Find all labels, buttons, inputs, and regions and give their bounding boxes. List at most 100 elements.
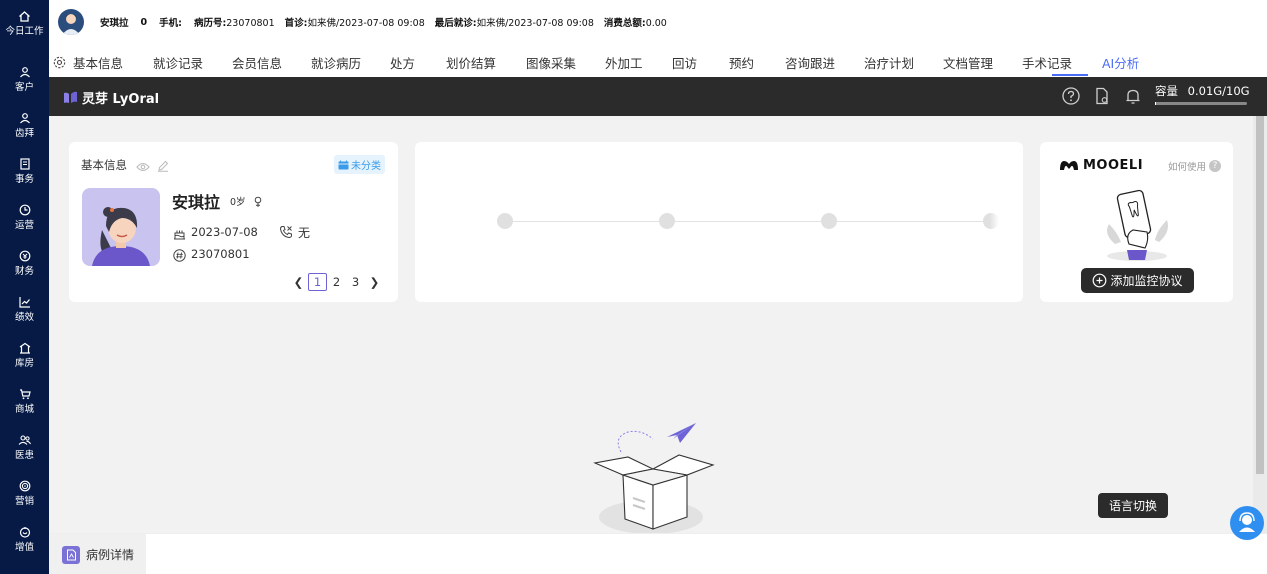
ai-header: 灵芽 LyOral 容量 0.01G/10G <box>49 77 1267 116</box>
patient-avatar <box>82 188 160 266</box>
bell-icon[interactable] <box>1123 86 1143 106</box>
patient-bar: 安琪拉 0 手机: 病历号:23070801 首诊:如来佛/2023-07-08… <box>49 0 1267 44</box>
patient-full-name: 安琪拉 <box>172 193 221 212</box>
vertical-scrollbar[interactable] <box>1253 116 1267 533</box>
cart-icon <box>18 387 32 401</box>
timeline-node[interactable] <box>821 213 837 229</box>
tab-documents[interactable]: 文档管理 <box>943 53 993 72</box>
language-switch-button[interactable]: 语言切换 <box>1098 493 1168 518</box>
timeline-node[interactable] <box>497 213 513 229</box>
how-to-use-label: 如何使用 <box>1168 162 1207 173</box>
tab-outsourcing[interactable]: 外加工 <box>605 53 643 72</box>
tab-appointment[interactable]: 预约 <box>729 53 754 72</box>
nav-item-value-added[interactable]: 增值 <box>0 516 49 562</box>
capacity-label: 容量 <box>1155 84 1178 98</box>
calendar-icon <box>338 160 349 169</box>
customer-service-button[interactable] <box>1230 506 1264 540</box>
nav-item-performance[interactable]: 绩效 <box>0 286 49 332</box>
last-visit-value: 如来佛/2023-07-08 09:08 <box>476 18 594 29</box>
chart-icon <box>18 295 32 309</box>
nav-label: 商城 <box>14 404 34 415</box>
next-page-icon[interactable]: ❯ <box>365 273 384 291</box>
page-button-1[interactable]: 1 <box>308 273 327 291</box>
case-details-tab[interactable]: 病例详情 <box>49 534 146 574</box>
support-agent-icon <box>1239 512 1255 532</box>
nav-label: 今日工作 <box>5 26 44 37</box>
nav-label: 绩效 <box>14 312 34 323</box>
add-monitor-protocol-button[interactable]: 添加监控协议 <box>1081 268 1194 293</box>
avatar[interactable] <box>58 9 84 35</box>
help-icon[interactable] <box>1061 86 1081 106</box>
bottom-bar: 病例详情 <box>49 533 1267 574</box>
female-icon <box>253 193 263 207</box>
nav-item-mall[interactable]: 商城 <box>0 378 49 424</box>
last-visit-label: 最后就诊: <box>434 18 477 29</box>
tab-basic-info[interactable]: 基本信息 <box>73 53 123 72</box>
record-number: 23070801 <box>226 18 275 29</box>
how-to-use-link[interactable]: 如何使用 ? <box>1168 159 1222 173</box>
mooeli-card: MOOELI 如何使用 ? 添加监控协议 <box>1040 142 1233 302</box>
patient-name: 安琪拉 <box>100 18 129 29</box>
edit-icon[interactable] <box>157 157 169 172</box>
basic-info-card: 基本信息 未分类 安琪拉 0岁 2023-07-08 无 23070801 ❮ … <box>69 142 398 302</box>
tab-surgery-records[interactable]: 手术记录 <box>1022 53 1072 72</box>
spend-label: 消费总额: <box>603 18 646 29</box>
birthday-cake-icon <box>173 225 186 240</box>
file-icon[interactable] <box>1092 86 1112 106</box>
tab-visit-records[interactable]: 就诊记录 <box>153 53 203 72</box>
nav-item-doctor-patient[interactable]: 医患 <box>0 424 49 470</box>
pagination: ❮ 1 2 3 ❯ <box>289 273 384 291</box>
nav-item-today[interactable]: 今日工作 <box>0 0 49 46</box>
phone-label: 手机: <box>159 18 182 29</box>
prev-page-icon[interactable]: ❮ <box>289 273 308 291</box>
document-icon <box>62 545 80 564</box>
tab-follow-up[interactable]: 回访 <box>672 53 697 72</box>
tab-member-info[interactable]: 会员信息 <box>232 53 282 72</box>
tab-image-capture[interactable]: 图像采集 <box>526 53 576 72</box>
timeline-node[interactable] <box>983 213 999 229</box>
scrollbar-thumb[interactable] <box>1256 116 1264 474</box>
empty-box-illustration <box>593 423 715 534</box>
record-tabs: 基本信息 就诊记录 会员信息 就诊病历 处方 划价结算 图像采集 外加工 回访 … <box>49 44 1267 77</box>
tab-medical-record[interactable]: 就诊病历 <box>311 53 361 72</box>
first-visit-value: 如来佛/2023-07-08 09:08 <box>307 18 425 29</box>
tab-consultation[interactable]: 咨询跟进 <box>785 53 835 72</box>
nav-label: 事务 <box>14 174 34 185</box>
timeline-node[interactable] <box>659 213 675 229</box>
phone-value: 无 <box>298 226 311 240</box>
warehouse-icon <box>18 341 32 355</box>
active-tab-indicator <box>1052 74 1088 76</box>
nav-item-affairs[interactable]: 事务 <box>0 148 49 194</box>
nav-label: 财务 <box>14 266 34 277</box>
page-button-3[interactable]: 3 <box>346 273 365 291</box>
category-badge[interactable]: 未分类 <box>334 155 385 174</box>
task-icon <box>18 157 32 171</box>
case-details-label: 病例详情 <box>86 548 135 562</box>
tab-prescription[interactable]: 处方 <box>390 53 415 72</box>
nav-label: 运营 <box>14 220 34 231</box>
tab-billing[interactable]: 划价结算 <box>446 53 496 72</box>
nav-item-warehouse[interactable]: 库房 <box>0 332 49 378</box>
nav-item-chair[interactable]: 齿拜 <box>0 102 49 148</box>
patient-age-text: 0岁 <box>230 197 246 208</box>
brand-logo: 灵芽 LyOral <box>63 88 159 107</box>
capacity-progress <box>1155 102 1247 105</box>
nav-item-finance[interactable]: 财务 <box>0 240 49 286</box>
nav-item-customer[interactable]: 客户 <box>0 56 49 102</box>
tab-treatment-plan[interactable]: 治疗计划 <box>864 53 914 72</box>
nav-item-marketing[interactable]: 营销 <box>0 470 49 516</box>
page-button-2[interactable]: 2 <box>327 273 346 291</box>
capacity-text: 容量 0.01G/10G <box>1155 83 1250 99</box>
mooeli-logo: MOOELI <box>1059 158 1143 173</box>
spend-value: 0.00 <box>645 18 667 29</box>
brand-mark-icon <box>64 91 77 103</box>
eye-icon[interactable] <box>136 158 150 172</box>
capacity-value: 0.01G/10G <box>1187 84 1250 98</box>
plus-circle-icon <box>1093 273 1107 288</box>
settings-icon[interactable] <box>53 54 66 69</box>
nav-item-operation[interactable]: 运营 <box>0 194 49 240</box>
gift-icon <box>18 525 32 539</box>
target-icon <box>18 479 32 493</box>
add-monitor-protocol-label: 添加监控协议 <box>1110 274 1183 288</box>
tab-ai-analysis[interactable]: AI分析 <box>1102 53 1139 72</box>
